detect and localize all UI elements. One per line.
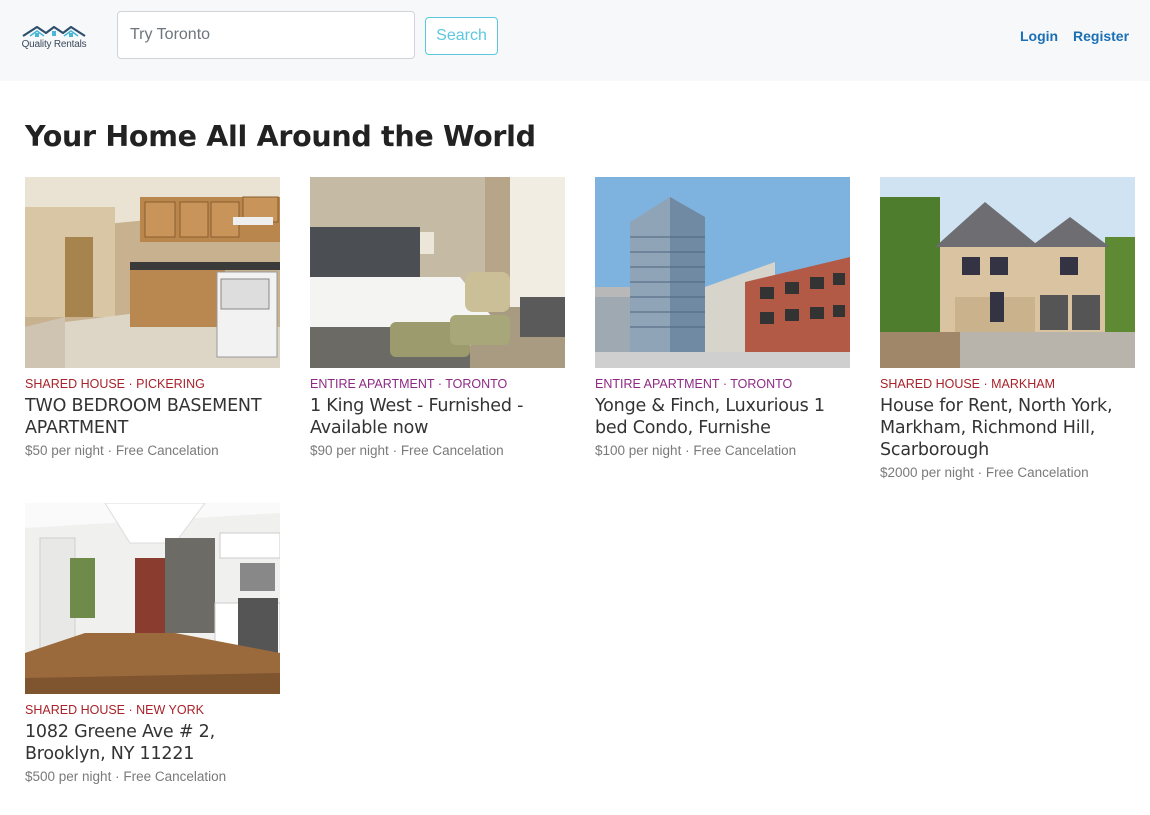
listing-price: $100 per night xyxy=(595,443,682,458)
listing-meta: SHARED HOUSE · NEW YORK xyxy=(25,703,280,717)
listing-card[interactable]: ENTIRE APARTMENT · TORONTO Yonge & Finch… xyxy=(595,177,850,458)
listing-price-line: $500 per night · Free Cancelation xyxy=(25,769,227,784)
listing-meta: ENTIRE APARTMENT · TORONTO xyxy=(310,377,565,391)
meta-separator: · xyxy=(719,377,731,391)
listing-photo[interactable] xyxy=(310,177,565,368)
listing-price-line: $100 per night · Free Cancelation xyxy=(595,443,797,458)
listing-price: $50 per night xyxy=(25,443,104,458)
listing-title[interactable]: House for Rent, North York, Markham, Ric… xyxy=(880,395,1135,461)
listing-cancel-policy: Free Cancelation xyxy=(123,769,227,784)
listing-type: ENTIRE APARTMENT xyxy=(310,377,435,391)
listing-price: $500 per night xyxy=(25,769,112,784)
listing-title[interactable]: 1082 Greene Ave # 2, Brooklyn, NY 11221 xyxy=(25,721,280,765)
brand-name: Quality Rentals xyxy=(21,39,87,50)
brand-logo[interactable]: Quality Rentals xyxy=(19,24,89,56)
listing-city: TORONTO xyxy=(730,377,793,391)
listing-card[interactable]: ENTIRE APARTMENT · TORONTO 1 King West -… xyxy=(310,177,565,458)
listing-price-line: $90 per night · Free Cancelation xyxy=(310,443,504,458)
house-roof-icon xyxy=(22,25,86,37)
listing-price-line: $50 per night · Free Cancelation xyxy=(25,443,219,458)
listing-city: NEW YORK xyxy=(136,703,204,717)
listing-city: MARKHAM xyxy=(991,377,1056,391)
listing-photo[interactable] xyxy=(880,177,1135,368)
listing-title[interactable]: 1 King West - Furnished - Available now xyxy=(310,395,565,439)
listing-card[interactable]: SHARED HOUSE · PICKERING TWO BEDROOM BAS… xyxy=(25,177,280,458)
listing-type: SHARED HOUSE xyxy=(25,377,126,391)
listing-city: PICKERING xyxy=(136,377,205,391)
listing-city: TORONTO xyxy=(445,377,508,391)
meta-separator: · xyxy=(125,377,137,391)
listing-type: SHARED HOUSE xyxy=(25,703,126,717)
meta-separator: · xyxy=(125,703,137,717)
listing-price: $90 per night xyxy=(310,443,389,458)
listing-card[interactable]: SHARED HOUSE · NEW YORK 1082 Greene Ave … xyxy=(25,503,280,784)
search-input[interactable] xyxy=(117,11,415,59)
listing-cancel-policy: Free Cancelation xyxy=(115,443,219,458)
listing-price-line: $2000 per night · Free Cancelation xyxy=(880,465,1089,480)
meta-separator: · xyxy=(980,377,992,391)
listing-photo[interactable] xyxy=(595,177,850,368)
listing-photo[interactable] xyxy=(25,503,280,694)
listing-cancel-policy: Free Cancelation xyxy=(693,443,797,458)
listing-card[interactable]: SHARED HOUSE · MARKHAM House for Rent, N… xyxy=(880,177,1135,480)
navbar: Quality Rentals Search Login Register xyxy=(0,0,1150,81)
listing-type: SHARED HOUSE xyxy=(880,377,981,391)
login-link[interactable]: Login xyxy=(1020,28,1058,44)
listing-type: ENTIRE APARTMENT xyxy=(595,377,720,391)
page-title: Your Home All Around the World xyxy=(25,120,536,153)
search-button[interactable]: Search xyxy=(425,17,498,55)
meta-separator: · xyxy=(434,377,446,391)
listing-title[interactable]: TWO BEDROOM BASEMENT APARTMENT xyxy=(25,395,280,439)
listing-cancel-policy: Free Cancelation xyxy=(400,443,504,458)
listing-price: $2000 per night xyxy=(880,465,974,480)
listing-title[interactable]: Yonge & Finch, Luxurious 1 bed Condo, Fu… xyxy=(595,395,850,439)
listing-photo[interactable] xyxy=(25,177,280,368)
listing-meta: SHARED HOUSE · PICKERING xyxy=(25,377,280,391)
register-link[interactable]: Register xyxy=(1073,28,1129,44)
listing-meta: ENTIRE APARTMENT · TORONTO xyxy=(595,377,850,391)
listing-meta: SHARED HOUSE · MARKHAM xyxy=(880,377,1135,391)
listing-cancel-policy: Free Cancelation xyxy=(985,465,1089,480)
